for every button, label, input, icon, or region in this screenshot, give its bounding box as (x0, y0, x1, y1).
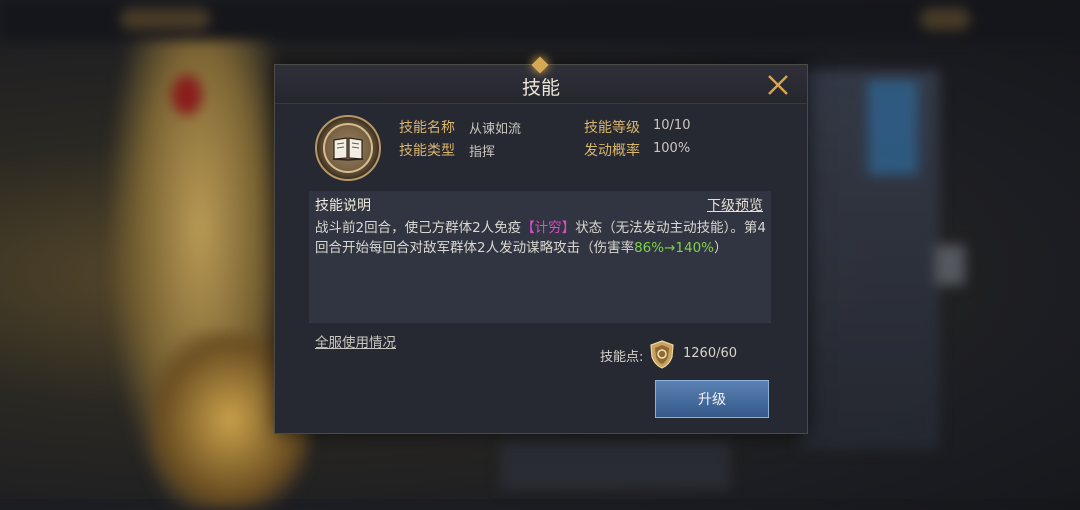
skill-points-value: 1260/60 (683, 346, 738, 361)
skill-type-value: 指挥 (469, 145, 496, 160)
skill-name-label: 技能名称 (399, 120, 455, 136)
skill-name-value: 从谏如流 (469, 122, 522, 137)
description-title: 技能说明 (315, 198, 371, 214)
trigger-rate-label: 发动概率 (584, 143, 640, 159)
description-text: 战斗前2回合，使己方群体2人免疫【计穷】状态（无法发动主动技能）。第4回合开始每… (315, 220, 767, 256)
shield-coin-icon (650, 340, 674, 369)
upgrade-button[interactable]: 升级 (655, 380, 769, 418)
next-level-preview-link[interactable]: 下级预览 (707, 195, 763, 215)
skill-level-label: 技能等级 (584, 120, 640, 136)
skill-points-label: 技能点: (600, 350, 644, 365)
close-icon[interactable] (764, 71, 792, 99)
skill-dialog: 技能 技能名称 从谏如流 技能类型 指挥 技能等级 10/10 发动概率 100… (274, 56, 808, 434)
open-book-icon (332, 137, 364, 161)
dialog-title: 技能 (521, 77, 560, 99)
description-panel: 技能说明 下级预览 战斗前2回合，使己方群体2人免疫【计穷】状态（无法发动主动技… (309, 191, 771, 323)
trigger-rate-value: 100% (653, 141, 691, 156)
skill-type-label: 技能类型 (399, 143, 455, 159)
skill-icon-frame (315, 115, 381, 181)
skill-level-value: 10/10 (653, 118, 691, 133)
status-highlight: 【计穷】 (521, 220, 576, 236)
damage-rate-highlight: 86%→140% (634, 240, 715, 256)
server-usage-link[interactable]: 全服使用情况 (315, 331, 396, 351)
